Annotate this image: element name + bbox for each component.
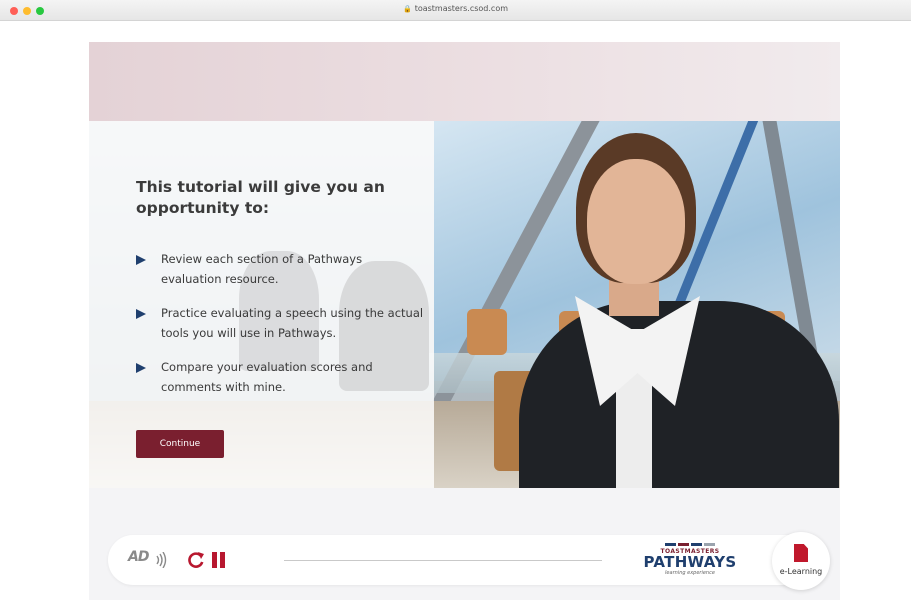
triangle-bullet-icon [136, 309, 146, 319]
browser-toolbar: 🔒 toastmasters.csod.com [0, 0, 911, 21]
list-item-text: Practice evaluating a speech using the a… [161, 306, 424, 340]
presenter-face [587, 159, 685, 284]
audio-description-button[interactable]: AD [128, 549, 168, 571]
logo-bars [640, 543, 740, 546]
audio-description-icon [156, 552, 167, 568]
audio-description-label: AD [128, 549, 149, 565]
list-item-text: Compare your evaluation scores and comme… [161, 360, 373, 394]
document-icon [794, 544, 808, 562]
intro-panel: This tutorial will give you an opportuni… [89, 121, 434, 488]
progress-bar[interactable] [284, 560, 602, 561]
address-url: toastmasters.csod.com [414, 4, 509, 13]
address-bar[interactable]: 🔒 toastmasters.csod.com [0, 4, 911, 13]
office-chair [467, 309, 507, 355]
pause-icon[interactable] [212, 552, 226, 568]
panel-title: This tutorial will give you an opportuni… [136, 178, 385, 217]
player-control-bar: AD TOASTMASTERS PATHWAYS learning experi… [108, 532, 830, 590]
pathways-logo: TOASTMASTERS PATHWAYS learning experienc… [640, 543, 740, 579]
course-player: This tutorial will give you an opportuni… [89, 42, 840, 600]
triangle-bullet-icon [136, 255, 146, 265]
list-item: Review each section of a Pathways evalua… [136, 249, 426, 289]
replay-icon[interactable] [186, 550, 206, 570]
objectives-list: Review each section of a Pathways evalua… [136, 249, 426, 411]
list-item: Compare your evaluation scores and comme… [136, 357, 426, 397]
continue-button[interactable]: Continue [136, 430, 224, 458]
elearning-label: e-Learning [779, 567, 823, 576]
logo-main-text: PATHWAYS [643, 553, 737, 571]
list-item-text: Review each section of a Pathways evalua… [161, 252, 363, 286]
header-banner [89, 42, 840, 121]
triangle-bullet-icon [136, 363, 146, 373]
lock-icon: 🔒 [402, 5, 412, 13]
list-item: Practice evaluating a speech using the a… [136, 303, 426, 343]
elearning-button[interactable]: e-Learning [772, 532, 830, 590]
